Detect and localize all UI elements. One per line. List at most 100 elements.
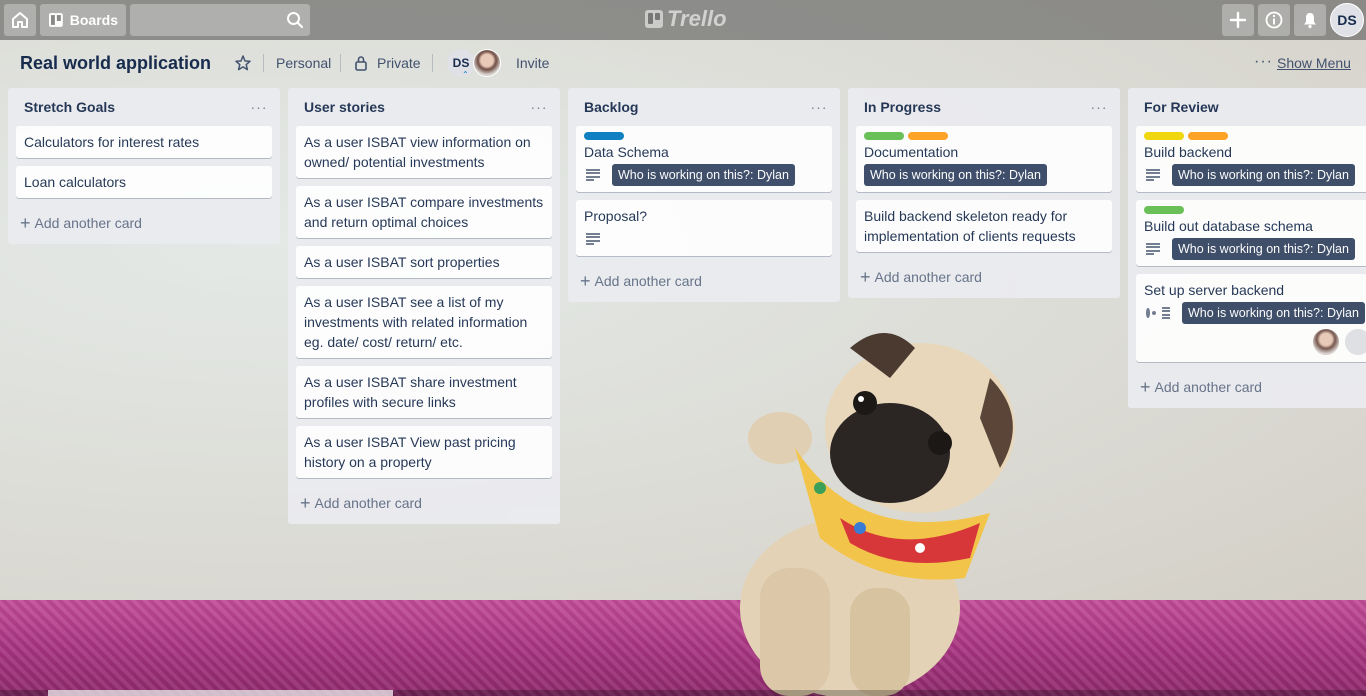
label-green[interactable] (864, 132, 904, 140)
horizontal-scrollbar[interactable] (0, 690, 1366, 696)
star-icon[interactable] (234, 54, 252, 72)
list-header: User stories ··· (296, 88, 552, 126)
board-canvas: Stretch Goals ··· Calculators for intere… (8, 88, 1366, 696)
card-member-avatar[interactable] (1344, 328, 1366, 356)
card-title: As a user ISBAT View past pricing histor… (304, 434, 516, 470)
card-labels (1144, 132, 1358, 140)
scrollbar-thumb[interactable] (48, 690, 393, 696)
card-badges: Who is working on this?: Dylan (1144, 164, 1358, 186)
card[interactable]: Data Schema Who is working on this?: Dyl… (576, 126, 832, 192)
card-title: Build out database schema (1144, 218, 1313, 234)
list-header: In Progress ··· (856, 88, 1112, 126)
list-menu-icon[interactable]: ··· (246, 95, 272, 119)
card-title: Proposal? (584, 208, 648, 224)
custom-field-badge: Who is working on this?: Dylan (1172, 164, 1355, 186)
info-button[interactable] (1258, 4, 1290, 36)
card-badges: Who is working on this?: Dylan (1144, 302, 1365, 324)
card-badges: Who is working on this?: Dylan (1144, 238, 1358, 260)
boards-button[interactable]: Boards (40, 4, 126, 36)
card[interactable]: As a user ISBAT sort properties (296, 246, 552, 278)
board-title[interactable]: Real world application (20, 53, 211, 74)
card[interactable]: As a user ISBAT compare investments and … (296, 186, 552, 238)
card-title: Build backend (1144, 144, 1232, 160)
card-title: As a user ISBAT see a list of my investm… (304, 294, 528, 350)
member-avatar-photo[interactable] (473, 49, 501, 77)
menu-dots-icon[interactable]: ··· (1254, 53, 1273, 71)
list-header: For Review (1136, 88, 1366, 126)
boards-icon (48, 13, 63, 27)
card[interactable]: Calculators for interest rates (16, 126, 272, 158)
label-blue[interactable] (584, 132, 624, 140)
plus-icon: + (300, 493, 311, 513)
list-menu-icon[interactable]: ··· (526, 95, 552, 119)
add-card-button[interactable]: + Add another card (1136, 370, 1366, 404)
description-icon (586, 233, 600, 245)
add-card-button[interactable]: + Add another card (16, 206, 272, 240)
team-button[interactable]: Personal (276, 55, 331, 71)
card-badges (584, 228, 824, 250)
label-yellow[interactable] (1144, 132, 1184, 140)
list-title[interactable]: User stories (304, 99, 385, 115)
card-title: Documentation (864, 144, 959, 160)
card-title: Calculators for interest rates (24, 134, 200, 150)
invite-button[interactable]: Invite (516, 55, 549, 71)
list-title[interactable]: Backlog (584, 99, 638, 115)
card[interactable]: As a user ISBAT view information on owne… (296, 126, 552, 178)
board-header: Real world application Personal Private … (0, 40, 1366, 86)
list-stretch-goals[interactable]: Stretch Goals ··· Calculators for intere… (8, 88, 280, 244)
search-input[interactable] (130, 4, 310, 36)
add-card-button[interactable]: + Add another card (576, 264, 832, 298)
card-title: As a user ISBAT share investment profile… (304, 374, 517, 410)
list-for-review[interactable]: For Review Build backend Who is working … (1128, 88, 1366, 408)
label-orange[interactable] (908, 132, 948, 140)
card[interactable]: Build backend skeleton ready for impleme… (856, 200, 1112, 252)
card[interactable]: As a user ISBAT see a list of my investm… (296, 286, 552, 358)
bell-icon (1304, 13, 1316, 29)
home-icon (12, 12, 28, 28)
list-menu-icon[interactable]: ··· (1086, 95, 1112, 119)
lock-icon (355, 56, 367, 71)
list-title[interactable]: For Review (1144, 99, 1219, 115)
label-green[interactable] (1144, 206, 1184, 214)
user-avatar[interactable]: DS (1330, 3, 1364, 37)
trello-logo[interactable]: Trello (645, 6, 727, 32)
list-in-progress[interactable]: In Progress ··· Documentation Who is wor… (848, 88, 1120, 298)
add-card-label: Add another card (1154, 379, 1262, 395)
member-avatar-ds[interactable]: DS (447, 49, 475, 77)
add-card-button[interactable]: + Add another card (296, 486, 552, 520)
card[interactable]: As a user ISBAT share investment profile… (296, 366, 552, 418)
plus-icon: + (20, 213, 31, 233)
watch-eye-icon (1146, 308, 1156, 318)
plus-icon (1229, 11, 1247, 29)
list-backlog[interactable]: Backlog ··· Data Schema Who is working o… (568, 88, 840, 302)
card[interactable]: Set up server backend Who is working on … (1136, 274, 1366, 362)
add-card-button[interactable]: + Add another card (856, 260, 1112, 294)
card[interactable]: As a user ISBAT View past pricing histor… (296, 426, 552, 478)
info-icon (1265, 11, 1283, 29)
card-title: As a user ISBAT compare investments and … (304, 194, 544, 230)
card[interactable]: Proposal? (576, 200, 832, 256)
list-title[interactable]: In Progress (864, 99, 941, 115)
list-menu-icon[interactable]: ··· (806, 95, 832, 119)
search-icon[interactable] (286, 11, 304, 29)
list-header: Backlog ··· (576, 88, 832, 126)
home-button[interactable] (4, 4, 36, 36)
list-title[interactable]: Stretch Goals (24, 99, 115, 115)
description-icon (1146, 169, 1160, 181)
card[interactable]: Build backend Who is working on this?: D… (1136, 126, 1366, 192)
visibility-button[interactable]: Private (377, 55, 421, 71)
boards-label: Boards (69, 12, 118, 28)
create-button[interactable] (1222, 4, 1254, 36)
card[interactable]: Documentation Who is working on this?: D… (856, 126, 1112, 192)
card[interactable]: Build out database schema Who is working… (1136, 200, 1366, 266)
card-badges: Who is working on this?: Dylan (864, 164, 1104, 186)
card-labels (1144, 206, 1358, 214)
card-title: Loan calculators (24, 174, 126, 190)
list-user-stories[interactable]: User stories ··· As a user ISBAT view in… (288, 88, 560, 524)
plus-icon: + (580, 271, 591, 291)
card[interactable]: Loan calculators (16, 166, 272, 198)
card-member-avatar[interactable] (1312, 328, 1340, 356)
label-orange[interactable] (1188, 132, 1228, 140)
show-menu-button[interactable]: Show Menu (1277, 55, 1351, 71)
notifications-button[interactable] (1294, 4, 1326, 36)
